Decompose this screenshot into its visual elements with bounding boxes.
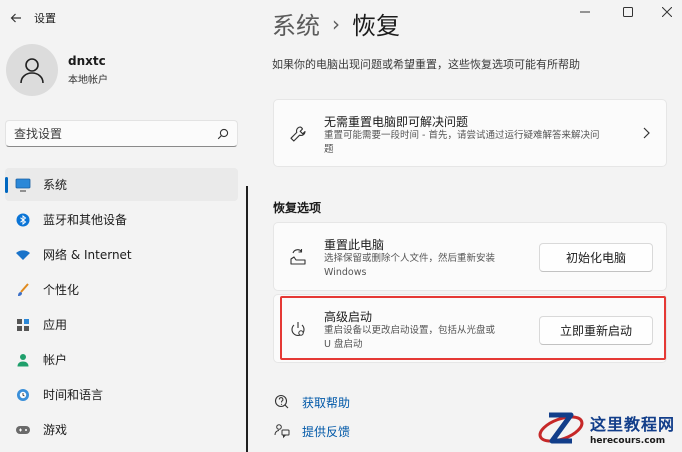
page-title: 恢复 — [352, 12, 400, 40]
sidebar-item-label: 游戏 — [43, 423, 68, 437]
breadcrumb-parent[interactable]: 系统 — [272, 6, 320, 41]
restart-now-button[interactable]: 立即重新启动 — [539, 316, 653, 345]
sidebar-item-label: 应用 — [43, 318, 68, 332]
bluetooth-icon — [15, 212, 31, 228]
person-icon — [20, 58, 44, 84]
sidebar-item-label: 蓝牙和其他设备 — [43, 213, 128, 227]
arrow-left-icon — [10, 13, 21, 23]
sidebar-item-personalization[interactable]: 个性化 — [5, 273, 238, 306]
section-title: 恢复选项 — [273, 201, 322, 215]
wifi-icon — [15, 247, 31, 263]
card-subtitle: 重启设备以更改启动设置，包括从光盘或 — [324, 325, 496, 336]
monitor-icon — [15, 177, 31, 193]
card-subtitle: 题 — [324, 144, 334, 155]
title-bar: 设置 — [6, 8, 56, 28]
sidebar-item-system[interactable]: 系统 — [5, 168, 238, 201]
maximize-icon — [623, 7, 633, 17]
feedback-link[interactable]: 提供反馈 — [273, 422, 350, 440]
reset-pc-button[interactable]: 初始化电脑 — [539, 243, 653, 272]
gamepad-icon — [15, 422, 31, 438]
back-button[interactable] — [6, 8, 26, 28]
reset-pc-icon — [288, 247, 308, 267]
feedback-icon — [273, 422, 291, 440]
card-title: 无需重置电脑即可解决问题 — [324, 115, 469, 129]
feedback-link-text[interactable]: 提供反馈 — [302, 423, 350, 440]
reset-pc-card: 重置此电脑 选择保留或删除个人文件，然后重新安装 Windows 初始化电脑 — [273, 222, 667, 291]
troubleshoot-card[interactable]: 无需重置电脑即可解决问题 重置可能需要一段时间 - 首先，请尝试通过运行疑难解答… — [273, 99, 667, 167]
globe-clock-icon — [15, 387, 31, 403]
search-icon[interactable] — [217, 128, 229, 140]
close-icon — [662, 7, 672, 17]
sidebar-item-label: 网络 & Internet — [43, 248, 132, 262]
chevron-right-icon — [643, 127, 650, 139]
card-subtitle: 选择保留或删除个人文件，然后重新安装 — [324, 253, 496, 264]
navigation-pane: 设置 dnxtc 本地帐户 系统 — [0, 0, 250, 452]
user-profile[interactable]: dnxtc 本地帐户 — [6, 44, 108, 96]
brush-icon — [15, 282, 31, 298]
watermark-logo-icon — [538, 412, 584, 443]
card-title: 重置此电脑 — [324, 238, 385, 252]
watermark: 这里教程网 herecours.com — [536, 405, 682, 452]
sidebar-item-label: 个性化 — [43, 283, 80, 297]
apps-icon — [15, 317, 31, 333]
sidebar-nav: 系统 蓝牙和其他设备 网络 & Internet 个性化 应用 帐户 时间和语言… — [5, 168, 238, 448]
watermark-url: herecours.com — [590, 436, 666, 446]
help-link-text[interactable]: 获取帮助 — [302, 394, 350, 411]
pane-divider — [246, 186, 248, 452]
sidebar-item-apps[interactable]: 应用 — [5, 308, 238, 341]
help-icon — [273, 393, 291, 411]
sidebar-item-gaming[interactable]: 游戏 — [5, 413, 238, 446]
page-description: 如果你的电脑出现问题或希望重置，这些恢复选项可能有所帮助 — [272, 58, 580, 71]
avatar — [6, 44, 58, 96]
breadcrumb-separator: › — [332, 11, 340, 36]
advanced-startup-card: 高级启动 重启设备以更改启动设置，包括从光盘或 U 盘启动 立即重新启动 — [273, 294, 667, 363]
advanced-startup-icon — [288, 320, 308, 340]
user-name: dnxtc — [68, 54, 106, 68]
search-input[interactable] — [14, 126, 217, 141]
app-title: 设置 — [34, 12, 56, 25]
minimize-button[interactable] — [570, 2, 600, 22]
close-button[interactable] — [652, 2, 682, 22]
account-type: 本地帐户 — [68, 75, 108, 86]
sidebar-item-network[interactable]: 网络 & Internet — [5, 238, 238, 271]
watermark-title: 这里教程网 — [590, 415, 676, 434]
sidebar-item-label: 系统 — [43, 178, 68, 192]
search-box[interactable] — [5, 120, 238, 147]
card-subtitle: U 盘启动 — [324, 339, 363, 350]
help-link[interactable]: 获取帮助 — [273, 393, 350, 411]
minimize-icon — [580, 11, 590, 13]
sidebar-item-time-language[interactable]: 时间和语言 — [5, 378, 238, 411]
sidebar-item-bluetooth[interactable]: 蓝牙和其他设备 — [5, 203, 238, 236]
card-title: 高级启动 — [324, 310, 373, 324]
maximize-button[interactable] — [613, 2, 643, 22]
sidebar-item-label: 帐户 — [43, 353, 68, 367]
sidebar-item-label: 时间和语言 — [43, 388, 104, 402]
breadcrumb: 系统 › 恢复 — [272, 6, 400, 41]
person-icon — [15, 352, 31, 368]
wrench-icon — [288, 124, 308, 144]
card-subtitle: 重置可能需要一段时间 - 首先，请尝试通过运行疑难解答来解决问 — [324, 130, 600, 141]
sidebar-item-accounts[interactable]: 帐户 — [5, 343, 238, 376]
card-subtitle: Windows — [324, 267, 367, 278]
